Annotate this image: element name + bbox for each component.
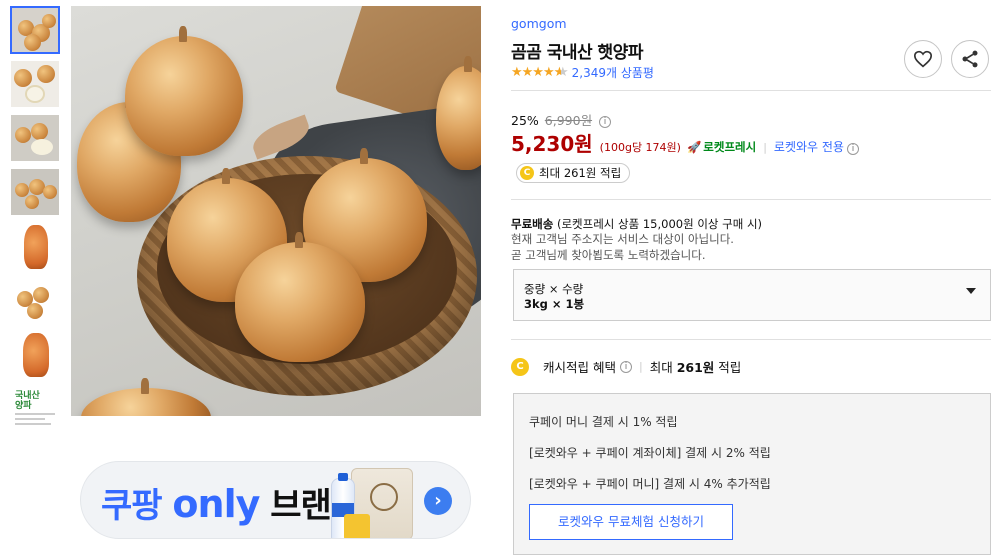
divider [511, 339, 991, 340]
banner-coupang-text: 쿠팡 [101, 486, 163, 526]
rating-row[interactable]: ★★★★★★ 2,349개 상품평 [511, 64, 654, 81]
cash-benefit-row: C 캐시적립 혜택 i | 최대 261원 적립 [511, 357, 741, 376]
discount-rate: 25% [511, 113, 539, 128]
info-icon[interactable]: i [846, 143, 859, 155]
thumbnail-3[interactable] [10, 114, 60, 162]
price-row: 5,230원 (100g당 174원) 🚀 로켓프레시 | 로켓와우 전용 i [511, 128, 859, 157]
cash-reward-pill: C 최대 261원 적립 [516, 163, 631, 183]
option-label: 중량 × 수량 [524, 282, 584, 296]
info-icon[interactable]: i [599, 115, 612, 128]
option-select[interactable]: 중량 × 수량 3kg × 1봉 [513, 269, 991, 321]
rocket-fresh-badge: 🚀 로켓프레시 [687, 139, 756, 155]
thumbnail-2[interactable] [10, 60, 60, 108]
divider [511, 90, 991, 91]
cup-image [344, 514, 370, 538]
review-count-link[interactable]: 2,349개 상품평 [572, 64, 654, 81]
thumbnail-7[interactable] [10, 330, 60, 378]
thumbnail-5[interactable] [10, 222, 60, 270]
cash-benefit-max: 최대 261원 적립 [650, 357, 742, 376]
thumbnail-4[interactable] [10, 168, 60, 216]
coin-icon: C [520, 166, 534, 180]
rocket-wow-trial-button[interactable]: 로켓와우 무료체험 신청하기 [529, 504, 733, 540]
rating-stars: ★★★★★★ [511, 65, 568, 80]
shipping-condition: (로켓프레시 상품 15,000원 이상 구매 시) [556, 217, 763, 231]
main-product-image[interactable] [71, 6, 481, 416]
benefit-box: 쿠페이 머니 결제 시 1% 적립 [로켓와우 + 쿠페이 계좌이체] 결제 시… [513, 393, 991, 555]
cash-benefit-label: 캐시적립 혜택 [543, 360, 616, 375]
discount-row: 25% 6,990원 i [511, 110, 612, 129]
favorite-button[interactable] [904, 40, 942, 78]
banner-title: 쿠팡 only 브랜드 [101, 478, 362, 527]
cash-reward-text: 최대 261원 적립 [539, 166, 622, 180]
divider [511, 199, 991, 200]
benefit-line: 쿠페이 머니 결제 시 1% 적립 [529, 415, 678, 429]
info-icon[interactable]: i [619, 360, 632, 373]
thumbnail-8[interactable]: 국내산 양파 [10, 384, 60, 432]
option-value: 3kg × 1봉 [524, 297, 585, 311]
rocket-fresh-label: 로켓프레시 [703, 140, 757, 154]
heart-icon [913, 50, 933, 68]
original-price: 6,990원 [544, 113, 593, 128]
free-shipping-label: 무료배송 [511, 217, 554, 231]
banner-only-text: only [172, 482, 260, 526]
shipping-info: 무료배송 (로켓프레시 상품 15,000원 이상 구매 시) [511, 216, 762, 232]
benefit-line: [로켓와우 + 쿠페이 계좌이체] 결제 시 2% 적립 [529, 446, 771, 460]
rocket-icon: 🚀 [686, 140, 702, 154]
onion [81, 378, 211, 416]
cash-max-amount: 261원 [676, 360, 715, 375]
separator: | [638, 360, 643, 373]
separator: | [763, 141, 767, 154]
thumb-8-label: 국내산 양파 [15, 391, 40, 411]
rating-star-empty: ★ [560, 65, 568, 80]
rating-star-half: ★ [553, 65, 561, 80]
cash-max-prefix: 최대 [649, 360, 677, 375]
onion [235, 232, 365, 362]
thumbnail-list: 국내산 양파 [10, 6, 62, 438]
benefit-line: [로켓와우 + 쿠페이 머니] 결제 시 4% 추가적립 [529, 477, 771, 491]
thumbnail-6[interactable] [10, 276, 60, 324]
rocket-wow-label[interactable]: 로켓와우 전용 [774, 138, 844, 155]
coin-icon: C [511, 357, 529, 376]
brand-link[interactable]: gomgom [511, 16, 567, 31]
rating-stars-full: ★★★★ [511, 65, 555, 80]
onion [125, 26, 243, 156]
shipping-notice-2: 곧 고객님께 찾아뵙도록 노력하겠습니다. [511, 248, 706, 262]
share-icon [962, 50, 978, 68]
product-title: 곰곰 국내산 햇양파 [511, 43, 643, 63]
unit-price: (100g당 174원) [599, 141, 681, 154]
coupang-only-brand-banner[interactable]: 쿠팡 only 브랜드 › [80, 461, 471, 539]
cash-max-suffix: 적립 [714, 360, 742, 375]
share-button[interactable] [951, 40, 989, 78]
shipping-notice-1: 현재 고객님 주소지는 서비스 대상이 아닙니다. [511, 232, 734, 246]
sale-price: 5,230원 [511, 132, 593, 156]
caret-down-icon [966, 288, 976, 294]
thumbnail-1[interactable] [10, 6, 60, 54]
chevron-right-icon[interactable]: › [424, 487, 452, 515]
